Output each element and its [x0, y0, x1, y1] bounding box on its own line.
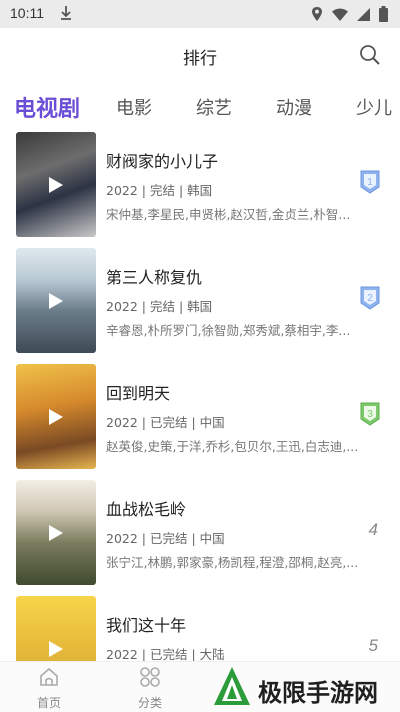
tab-tv-series[interactable]: 电视剧	[14, 91, 80, 123]
list-item[interactable]: 血战松毛岭 2022 | 已完结 | 中国 张宁江,林鹏,郭家豪,杨凯程,程澄,…	[0, 476, 400, 588]
watermark-text: 极限手游网	[258, 679, 378, 707]
nav-category-label: 分类	[137, 696, 162, 710]
status-icons	[311, 6, 388, 22]
item-meta: 2022 | 完结 | 韩国	[106, 183, 213, 198]
battery-icon	[379, 6, 388, 22]
rank-badge-icon: 1	[360, 170, 380, 194]
play-icon	[49, 641, 63, 657]
home-icon	[40, 667, 58, 686]
poster-image[interactable]	[16, 480, 96, 585]
nav-category[interactable]: 分类	[120, 666, 180, 711]
watermark-logo-icon	[214, 667, 250, 705]
rank-number: 2	[367, 293, 373, 304]
rank-number: 3	[367, 409, 373, 420]
item-cast: 宋仲基,李星民,申贤彬,赵汉哲,金贞兰,朴智...	[106, 207, 351, 222]
play-icon	[49, 293, 63, 309]
watermark: 极限手游网	[210, 665, 400, 712]
poster-image[interactable]	[16, 364, 96, 469]
item-title: 第三人称复仇	[106, 268, 203, 287]
tab-variety[interactable]: 综艺	[196, 94, 232, 120]
play-icon	[49, 177, 63, 193]
item-cast: 张宁江,林鹏,郭家豪,杨凯程,程澄,邵桐,赵亮,...	[106, 555, 359, 570]
poster-image[interactable]	[16, 596, 96, 661]
item-cast: 辛睿恩,朴所罗门,徐智勋,郑秀斌,蔡相宇,李...	[106, 323, 351, 338]
tab-kids[interactable]: 少儿	[356, 94, 392, 120]
category-icon	[140, 667, 160, 687]
list-item[interactable]: 第三人称复仇 2022 | 完结 | 韩国 辛睿恩,朴所罗门,徐智勋,郑秀斌,蔡…	[0, 244, 400, 356]
list-item[interactable]: 财阀家的小儿子 2022 | 完结 | 韩国 宋仲基,李星民,申贤彬,赵汉哲,金…	[0, 128, 400, 240]
search-icon[interactable]	[358, 43, 382, 67]
tab-anime[interactable]: 动漫	[276, 94, 312, 120]
play-icon	[49, 525, 63, 541]
page-title: 排行	[183, 49, 217, 69]
nav-home[interactable]: 首页	[19, 666, 79, 711]
item-title: 血战松毛岭	[106, 500, 187, 519]
item-title: 我们这十年	[106, 616, 187, 635]
wifi-icon	[332, 8, 348, 21]
poster-image[interactable]	[16, 132, 96, 237]
item-meta: 2022 | 已完结 | 中国	[106, 415, 225, 430]
item-meta: 2022 | 已完结 | 大陆	[106, 647, 225, 661]
list-item[interactable]: 回到明天 2022 | 已完结 | 中国 赵英俊,史策,于洋,乔杉,包贝尔,王迅…	[0, 360, 400, 472]
tab-movies[interactable]: 电影	[116, 94, 152, 120]
signal-icon	[357, 7, 370, 21]
rank-number: 5	[368, 636, 378, 655]
item-title: 财阀家的小儿子	[106, 152, 219, 171]
status-bar: 10:11	[0, 0, 400, 28]
item-meta: 2022 | 完结 | 韩国	[106, 299, 213, 314]
ranking-list: 财阀家的小儿子 2022 | 完结 | 韩国 宋仲基,李星民,申贤彬,赵汉哲,金…	[0, 128, 400, 661]
item-meta: 2022 | 已完结 | 中国	[106, 531, 225, 546]
rank-badge-icon: 3	[360, 402, 380, 426]
rank-number: 1	[367, 177, 373, 188]
status-time: 10:11	[10, 5, 44, 21]
nav-home-label: 首页	[36, 696, 61, 710]
download-icon	[61, 6, 71, 20]
poster-image[interactable]	[16, 248, 96, 353]
rank-number: 4	[368, 520, 378, 539]
category-tabs: 电视剧 电影 综艺 动漫 少儿	[0, 88, 400, 128]
play-icon	[49, 409, 63, 425]
rank-badge-icon: 2	[360, 286, 380, 310]
location-icon	[312, 7, 322, 21]
item-cast: 赵英俊,史策,于洋,乔杉,包贝尔,王迅,白志迪,...	[106, 439, 359, 454]
list-item[interactable]: 我们这十年 2022 | 已完结 | 大陆 5	[0, 592, 400, 661]
item-title: 回到明天	[106, 384, 171, 403]
header: 排行	[0, 28, 400, 80]
